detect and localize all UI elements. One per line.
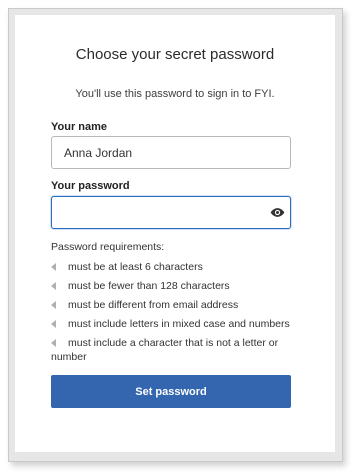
name-input[interactable] xyxy=(51,136,291,169)
caret-left-icon xyxy=(51,320,56,328)
requirement-item: must include a character that is not a l… xyxy=(51,337,279,363)
password-label: Your password xyxy=(51,180,130,192)
caret-left-icon xyxy=(51,301,56,309)
eye-icon[interactable] xyxy=(270,205,285,220)
requirement-item: must include letters in mixed case and n… xyxy=(51,317,296,331)
requirements-list: must be at least 6 characters must be fe… xyxy=(51,260,296,369)
requirement-item: must be different from email address xyxy=(51,298,296,312)
caret-left-icon xyxy=(51,339,56,347)
requirements-title: Password requirements: xyxy=(51,241,165,253)
page-subtitle: You'll use this password to sign in to F… xyxy=(75,88,275,100)
page-title: Choose your secret password xyxy=(75,46,275,63)
set-password-button[interactable]: Set password xyxy=(51,375,291,408)
password-card: Choose your secret password You'll use t… xyxy=(15,15,335,452)
requirement-item: must be at least 6 characters xyxy=(51,260,296,274)
caret-left-icon xyxy=(51,263,56,271)
password-input[interactable] xyxy=(51,196,291,229)
name-label: Your name xyxy=(51,121,108,133)
caret-left-icon xyxy=(51,282,56,290)
requirement-item: must be fewer than 128 characters xyxy=(51,279,296,293)
